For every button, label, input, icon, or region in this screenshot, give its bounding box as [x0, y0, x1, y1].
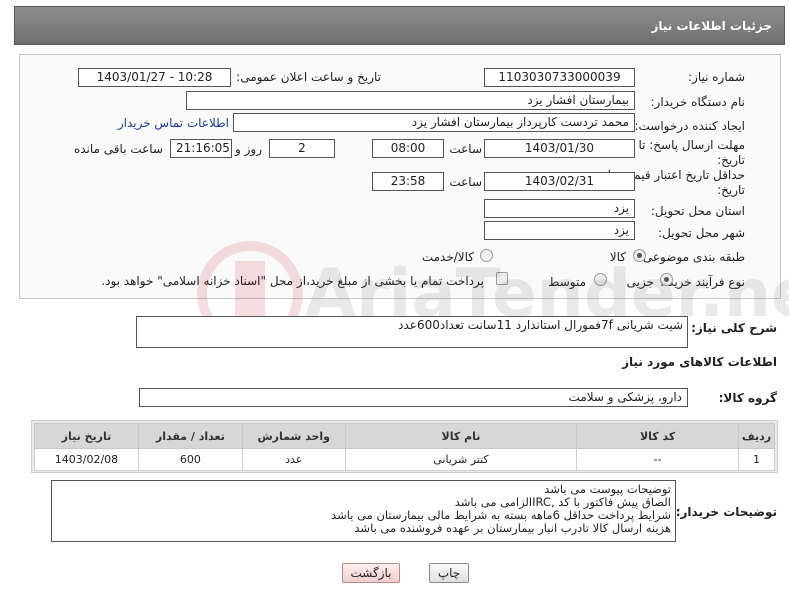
page-header: جزئیات اطلاعات نیاز	[14, 6, 785, 45]
remaining-days-label: روز و	[235, 142, 262, 156]
cell-unit: عدد	[241, 448, 346, 471]
items-table-header: تاریخ نیاز تعداد / مقدار واحد شمارش نام …	[34, 423, 776, 449]
cell-item-name: کتتر شریانی	[344, 448, 578, 471]
delivery-city-field: یزد	[484, 221, 635, 240]
process-medium-label: متوسط	[548, 275, 586, 289]
remaining-time-field: 21:16:05	[170, 139, 232, 158]
remaining-time-label: ساعت باقی مانده	[73, 142, 163, 156]
general-description-label: شرح کلی نیاز:	[691, 321, 777, 335]
items-table: تاریخ نیاز تعداد / مقدار واحد شمارش نام …	[34, 423, 776, 471]
general-description-field: شیت شریانی 7fفمورال استاندارد 11سانت تعد…	[136, 316, 688, 348]
buyer-notes-line-4: هزینه ارسال کالا تادرب انبار بیمارستان ب…	[354, 521, 671, 535]
reply-deadline-time-field: 08:00	[372, 139, 444, 158]
print-button[interactable]: چاپ	[429, 563, 469, 583]
cell-need-date: 1403/02/08	[34, 448, 139, 471]
page-title: جزئیات اطلاعات نیاز	[651, 19, 772, 33]
need-number-field: 1103030733000039	[484, 68, 635, 87]
back-button[interactable]: بازگشت	[342, 563, 400, 583]
buyer-notes-field: توضیحات پیوست می باشد الصاق پیش فاکتور ب…	[51, 480, 676, 542]
creator-label: ایجاد کننده درخواست:	[634, 119, 745, 133]
col-row: ردیف	[737, 423, 776, 449]
price-validity-date-field: 1403/02/31	[484, 172, 635, 191]
announce-datetime-label: تاریخ و ساعت اعلان عمومی:	[236, 70, 381, 84]
category-label: طبقه بندی موضوعی:	[638, 250, 745, 264]
announce-datetime-field: 1403/01/27 - 10:28	[78, 68, 231, 87]
cell-quantity: 600	[137, 448, 243, 471]
treasury-payment-note: پرداخت تمام یا بخشی از مبلغ خرید،از محل …	[101, 274, 484, 288]
col-unit: واحد شمارش	[241, 423, 346, 449]
goods-group-field: دارو، پزشکی و سلامت	[139, 388, 688, 407]
price-validity-label-date: تاریخ:	[717, 183, 745, 197]
buyer-contact-link[interactable]: اطلاعات تماس خریدار	[118, 116, 229, 130]
reply-deadline-label: مهلت ارسال پاسخ: تا	[638, 138, 745, 152]
goods-info-title: اطلاعات کالاهای مورد نیاز	[622, 355, 777, 369]
col-quantity: تعداد / مقدار	[137, 423, 243, 449]
col-item-code: کد کالا	[576, 423, 739, 449]
price-validity-time-field: 23:58	[372, 172, 444, 191]
reply-deadline-time-label: ساعت	[449, 142, 482, 156]
buyer-notes-label: توضیحات خریدار:	[675, 505, 777, 519]
cell-item-code: --	[576, 448, 739, 471]
buyer-org-field: بیمارستان افشار یزد	[186, 91, 635, 110]
category-goods-label: کالا	[609, 250, 626, 264]
goods-group-label: گروه کالا:	[718, 391, 777, 405]
process-medium-radio[interactable]	[594, 273, 607, 286]
delivery-province-field: یزد	[484, 199, 635, 218]
need-number-label: شماره نیاز:	[688, 70, 745, 84]
remaining-days-field: 2	[269, 139, 335, 158]
reply-deadline-date-field: 1403/01/30	[484, 139, 635, 158]
process-minor-radio[interactable]	[660, 273, 673, 286]
cell-row: 1	[737, 448, 776, 471]
buyer-org-label: نام دستگاه خریدار:	[650, 95, 746, 109]
price-validity-time-label: ساعت	[449, 175, 482, 189]
delivery-province-label: استان محل تحویل:	[650, 204, 745, 218]
col-item-name: نام کالا	[344, 423, 578, 449]
delivery-city-label: شهر محل تحویل:	[658, 226, 745, 240]
table-row: 1403/02/08 600 عدد کتتر شریانی -- 1	[34, 448, 776, 471]
category-goods-service-label: کالا/خدمت	[421, 250, 474, 264]
process-type-label: نوع فرآیند خرید :	[660, 275, 745, 289]
treasury-payment-checkbox[interactable]	[496, 272, 508, 285]
general-description-text: شیت شریانی 7fفمورال استاندارد 11سانت تعد…	[398, 318, 683, 332]
reply-deadline-label-date: تاریخ:	[717, 153, 745, 167]
creator-field: محمد تردست کارپرداز بیمارستان افشار یزد	[233, 113, 635, 132]
col-need-date: تاریخ نیاز	[34, 423, 139, 449]
category-goods-radio[interactable]	[633, 249, 646, 262]
category-goods-service-radio[interactable]	[480, 249, 493, 262]
process-minor-label: جزیی	[626, 275, 654, 289]
